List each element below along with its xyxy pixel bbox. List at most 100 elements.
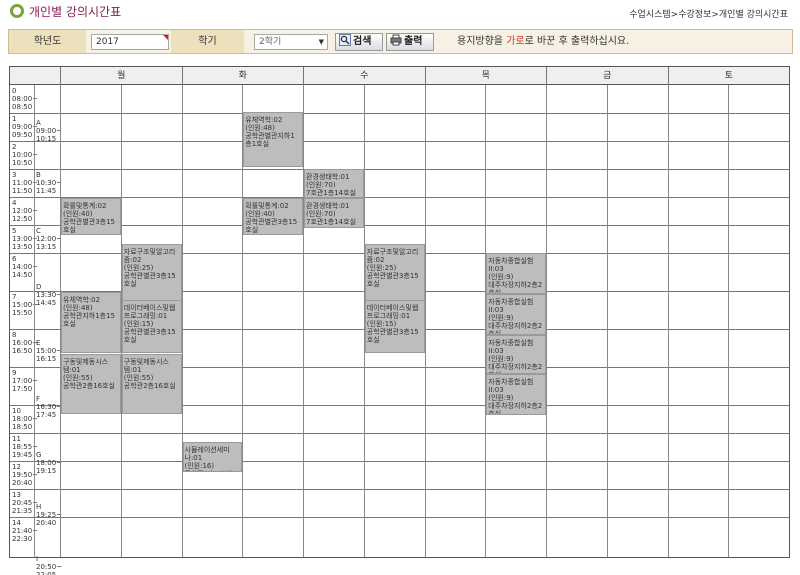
course-cell[interactable]: 구동및제동시스템:01 (인원:55) 공학관2층16호실 [121, 354, 182, 414]
course-cap: (인원:40) [63, 210, 93, 218]
course-name: 구동및제동시스템:01 [63, 358, 109, 374]
timetable-header: 월화수목금토 [10, 67, 789, 85]
course-room: 대주차장지하2층2호실 [488, 281, 543, 294]
course-cell[interactable]: 시뮬레이션세미나:01(인원:16)공학관5층8호실 [182, 442, 243, 472]
print-button[interactable]: 출력 [386, 33, 434, 51]
course-name: 유체역학:02 [245, 116, 283, 124]
course-name: 확률및통계:02 [245, 202, 289, 210]
course-cell[interactable]: 자동차종합실험II:03(인원:9)대주차장지하2층2호실 [486, 294, 546, 335]
course-cap: (인원:16) [184, 462, 215, 470]
day-header: 금 [546, 67, 668, 85]
year-label: 학년도 [9, 30, 86, 53]
course-cap: (인원:70) [306, 210, 336, 218]
course-room: 대주차장지하2층2호실 [488, 322, 543, 335]
course-cap: (인원:25) [366, 264, 397, 272]
print-button-label: 출력 [404, 36, 423, 47]
course-room: 공학관별관3층15호실 [123, 328, 176, 344]
course-name: 환경생태학:01 [306, 173, 350, 181]
search-button[interactable]: 검색 [335, 33, 383, 51]
course-room: 공학관별관지하1층1호실 [245, 132, 295, 148]
course-cell[interactable]: 환경생태학:01 (인원:70) 7호관1층14호실 [304, 198, 364, 228]
day-column-divider [424, 85, 426, 557]
course-cap: (인원:9) [488, 273, 514, 281]
slot-label: H 19:25~ 20:40 [36, 503, 63, 527]
period-divider [10, 225, 789, 226]
day-header: 수 [303, 67, 425, 85]
course-cap: (인원:70) [306, 181, 336, 189]
slot-label: A 09:00~ 10:15 [36, 119, 63, 143]
search-button-label: 검색 [353, 36, 372, 47]
printer-icon [390, 34, 402, 46]
course-cap: (인원:9) [488, 314, 514, 322]
course-cap: (인원:25) [123, 264, 154, 272]
day-column-divider [667, 85, 669, 557]
time-column-divider [34, 85, 35, 557]
course-room: 공학관별관3층15호실 [366, 328, 419, 344]
period-divider [10, 169, 789, 170]
day-header: 화 [181, 67, 304, 85]
course-name: 구동및제동시스템:01 [123, 358, 169, 374]
course-cell[interactable]: 구동및제동시스템:01 (인원:55) 공학관2층16호실 [61, 354, 121, 414]
slot-label: F 16:30~ 17:45 [36, 395, 63, 419]
period-divider [10, 197, 789, 198]
course-name: 환경생태학:01 [306, 202, 350, 210]
search-bar: 학년도 2017 학기 2학기 ▼ 검색 출력 용지방향을 가로로 바꾼 후 출… [8, 29, 793, 54]
course-cap: (인원:48) [245, 124, 275, 132]
period-divider [10, 433, 789, 434]
course-cell[interactable]: 자동차종합실험II:03(인원:9)대주차장지하2층2호실 [486, 335, 546, 374]
period-divider [10, 141, 789, 142]
course-cell[interactable]: 환경생태학:01 (인원:70) 7호관1층14호실 [304, 169, 364, 198]
course-cell[interactable]: 데이터베이스및웹프로그래밍:01 (인원:15) 공학관별관3층15호실 [121, 300, 182, 353]
required-marker-icon [163, 35, 168, 40]
course-cell[interactable]: 자동차종합실험II:03(인원:9)대주차장지하2층2호실 [486, 374, 546, 415]
course-cap: (인원:15) [366, 320, 397, 328]
slot-label: E 15:00~ 16:15 [36, 339, 63, 363]
course-name: 자동차종합실험II:03 [488, 378, 534, 394]
breadcrumb: 수업시스템>수강정보>개인별 강의시간표 [629, 10, 788, 20]
course-name: 유체역학:02 [63, 296, 101, 304]
course-room: 7호관1층14호실 [306, 189, 357, 197]
course-name: 데이터베이스및웹프로그래밍:01 [123, 304, 176, 320]
day-column-divider [181, 85, 183, 557]
period-divider [10, 461, 789, 462]
year-input[interactable]: 2017 [91, 34, 169, 50]
term-select[interactable]: 2학기 ▼ [254, 34, 328, 50]
period-divider [10, 517, 789, 518]
period-divider [10, 113, 789, 114]
course-cell[interactable]: 데이터베이스및웹프로그래밍:01 (인원:15) 공학관별관3층15호실 [364, 300, 425, 353]
course-name: 데이터베이스및웹프로그래밍:01 [366, 304, 419, 320]
course-cap: (인원:40) [245, 210, 275, 218]
slot-label: I 20:50~ 22:05 [36, 555, 63, 575]
course-room: 대주차장지하2층2호실 [488, 363, 543, 373]
course-name: 자료구조및알고리즘:02 [366, 248, 419, 264]
course-cell[interactable]: 유체역학:02 (인원:48) 공학관별관지하1층1호실 [243, 112, 303, 167]
search-icon [339, 34, 351, 46]
course-cell[interactable]: 확률및통계:02 (인원:40) 공학관별관3층15호실 [61, 198, 121, 235]
slot-label: C 12:00~ 13:15 [36, 227, 63, 251]
term-value: 2학기 [259, 37, 282, 47]
course-cell[interactable]: 유체역학:02 (인원:48) 공학관지하1층15호실 [61, 292, 121, 353]
course-cell[interactable]: 자동차종합실험II:03(인원:9)대주차장지하2층2호실 [486, 253, 546, 294]
course-name: 자동차종합실험II:03 [488, 257, 534, 273]
year-value: 2017 [96, 37, 119, 47]
day-header: 토 [667, 67, 790, 85]
course-name: 자료구조및알고리즘:02 [123, 248, 176, 264]
period-divider [10, 489, 789, 490]
half-column-divider [606, 85, 608, 557]
print-notice-pre: 용지방향을 [457, 36, 507, 47]
timetable-grid: 월화수목금토 0 08:00~ 08:50 1 09:00~ 09:50 2 10:… [9, 66, 790, 575]
course-room: 공학관별관3층15호실 [245, 218, 298, 234]
term-label: 학기 [171, 30, 244, 53]
course-name: 시뮬레이션세미나:01 [184, 446, 230, 462]
course-room: 7호관1층14호실 [306, 218, 357, 226]
course-cap: (인원:55) [63, 374, 93, 382]
course-cell[interactable]: 확률및통계:02 (인원:40) 공학관별관3층15호실 [243, 198, 303, 235]
course-room: 공학관2층16호실 [63, 382, 116, 390]
course-cap: (인원:9) [488, 355, 514, 363]
day-header: 목 [424, 67, 547, 85]
half-column-divider [728, 85, 730, 557]
day-column-divider [546, 85, 547, 557]
course-cap: (인원:48) [63, 304, 93, 312]
print-notice: 용지방향을 가로로 바꾼 후 출력하십시요. [457, 30, 629, 53]
slot-label: D 13:30~ 14:45 [36, 283, 63, 307]
